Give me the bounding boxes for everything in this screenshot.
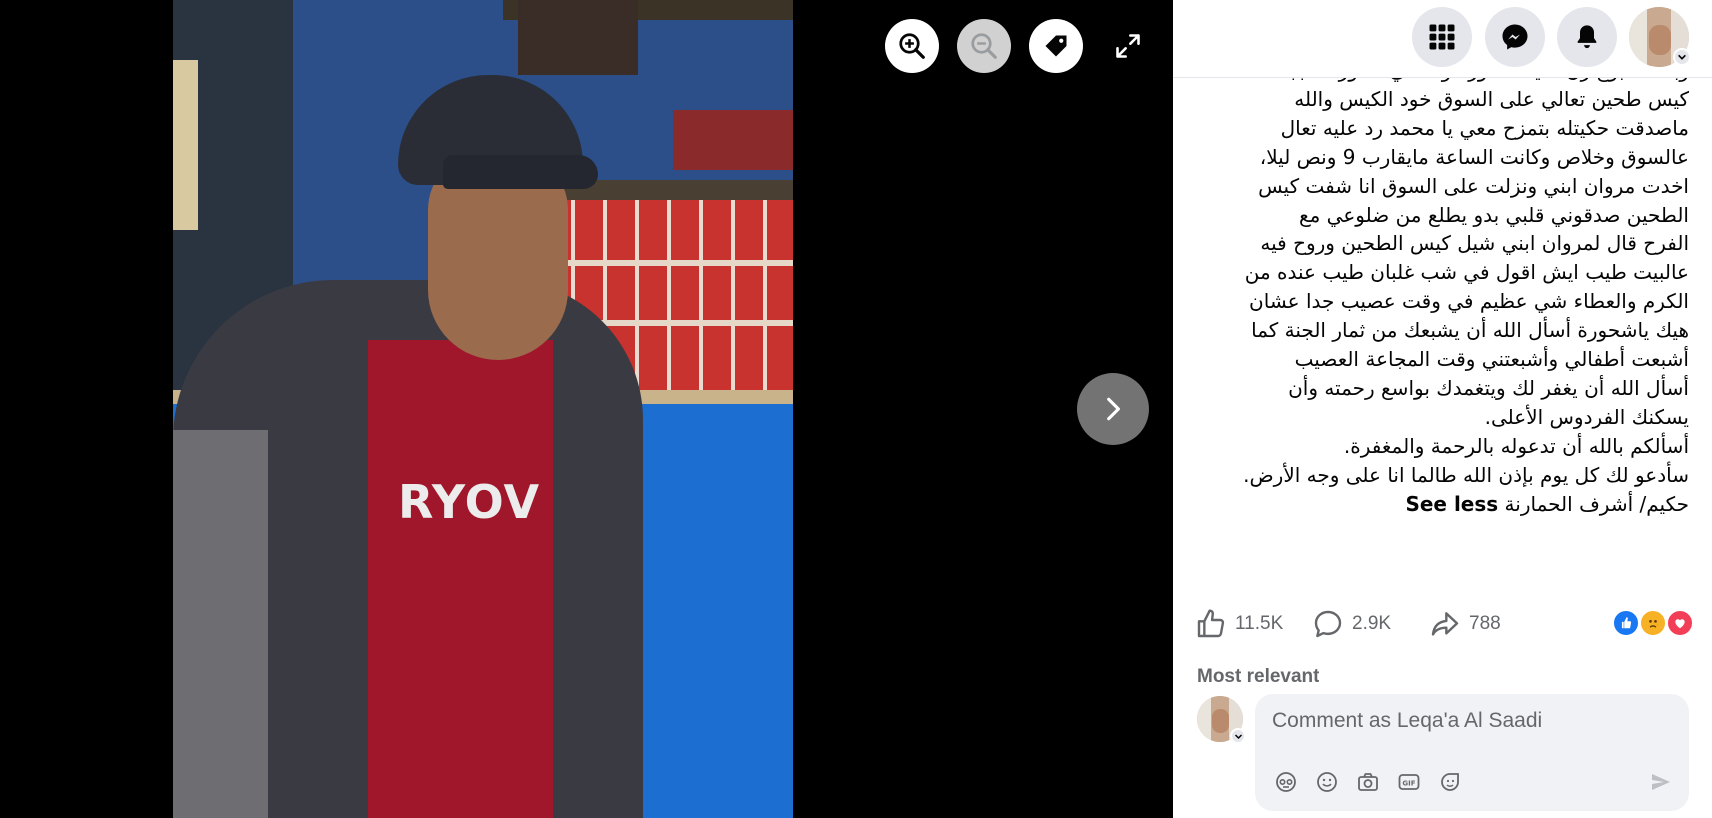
comment-box: GIF — [1255, 694, 1689, 811]
comment-button[interactable]: 2.9K — [1312, 604, 1391, 644]
sticker-button[interactable] — [1436, 768, 1464, 796]
gif-button[interactable]: GIF — [1395, 768, 1423, 796]
emoji-button[interactable] — [1313, 768, 1341, 796]
caption-last-line: حكيم/ أشرف الحمارنة See less — [1189, 490, 1689, 519]
send-icon — [1652, 774, 1670, 790]
cap-brim — [443, 155, 598, 189]
love-reaction-icon — [1666, 609, 1694, 637]
zoom-in-button[interactable] — [885, 19, 939, 73]
messenger-icon — [1502, 24, 1528, 50]
next-photo-button[interactable] — [1077, 373, 1149, 445]
sticker-icon — [1441, 773, 1459, 791]
caption-line: يسكنك الفردوس الأعلى. — [1484, 404, 1689, 429]
share-button[interactable]: 788 — [1429, 604, 1501, 644]
caption-line: أسألكم بالله أن تدعوله بالرحمة والمغفرة. — [1343, 433, 1689, 458]
caption-line: سأدعو لك كل يوم بإذن الله طالما انا على … — [1243, 462, 1689, 487]
avatar-sticker-icon — [1276, 772, 1296, 792]
account-menu-chevron[interactable] — [1673, 48, 1691, 66]
fullscreen-button[interactable] — [1110, 28, 1146, 64]
avatar-sticker-button[interactable] — [1272, 768, 1300, 796]
emoji-icon — [1317, 772, 1337, 792]
caption-line: هيك ياشحورة أسأل الله أن يشبعك من ثمار ا… — [1251, 318, 1689, 343]
top-navigation-bar — [1173, 0, 1712, 78]
share-arrow-icon — [1431, 612, 1459, 636]
commenter-menu-chevron[interactable] — [1230, 728, 1246, 744]
comment-input[interactable] — [1272, 704, 1672, 738]
red-shirt — [368, 340, 553, 818]
photo-button[interactable] — [1354, 768, 1382, 796]
menu-button[interactable] — [1412, 7, 1472, 67]
zoom-out-icon — [971, 33, 997, 59]
caption-line: أسأل الله أن يغفر لك ويتغمدك بواسع رحمته… — [1288, 375, 1689, 400]
caption-line: الكرم والعطاء شي عظيم في وقت عصيب جدا عش… — [1249, 289, 1689, 314]
chevron-right-icon — [1107, 397, 1120, 421]
caption-line: أشبعت أطفالي وأشبعتني وقت المجاعة العصيب — [1294, 347, 1689, 372]
expand-icon — [1116, 34, 1140, 58]
stall-sign — [173, 60, 198, 230]
share-count: 788 — [1469, 613, 1501, 634]
like-reaction-icon — [1612, 609, 1640, 637]
zoom-out-button[interactable] — [957, 19, 1011, 73]
chevron-down-icon — [1678, 54, 1686, 60]
shirt-print: RYOV — [398, 475, 541, 529]
reaction-summary[interactable] — [1612, 609, 1694, 637]
tag-button[interactable] — [1029, 19, 1083, 73]
caption-line: عالبيت طيب ايش اقول في شب غلبان طيب عنده… — [1244, 260, 1689, 285]
notifications-button[interactable] — [1557, 7, 1617, 67]
shelf-line — [543, 260, 793, 266]
sad-reaction-icon — [1639, 609, 1667, 637]
caption-line: الطحين صدقوني قلبي بدو يطلع من ضلوعي مع — [1298, 202, 1689, 227]
caption-line: عالسوق وخلاص وكانت الساعة مايقارب 9 ونص … — [1259, 144, 1689, 169]
avatar-face — [1212, 709, 1229, 733]
post-caption: وبعد اسبوع رن عليه شحورة وحكالي دكتور ان… — [1189, 56, 1689, 519]
like-count: 11.5K — [1235, 613, 1284, 634]
comment-count: 2.9K — [1352, 613, 1392, 634]
send-comment-button[interactable] — [1647, 768, 1675, 796]
messenger-button[interactable] — [1485, 7, 1545, 67]
signature: حكيم/ أشرف الحمارنة — [1504, 491, 1689, 516]
bell-icon — [1577, 25, 1597, 49]
svg-text:GIF: GIF — [1402, 780, 1415, 788]
see-less-link[interactable]: See less — [1405, 492, 1498, 516]
caption-line: كيس طحين تعالي على السوق خود الكيس والله — [1294, 86, 1689, 111]
jacket-sleeve — [173, 430, 268, 818]
caption-line: الفرح قال لمروان ابني شيل كيس الطحين ورو… — [1260, 231, 1689, 256]
avatar-face — [1649, 25, 1671, 55]
gif-icon: GIF — [1398, 774, 1420, 790]
caption-line: اخدت مروان ابني ونزلت على السوق انا شفت … — [1258, 173, 1689, 198]
tag-icon — [1045, 35, 1067, 57]
camera-icon — [1358, 773, 1378, 791]
comment-bubble-icon — [1314, 610, 1342, 638]
post-photo[interactable]: RYOV — [173, 0, 793, 818]
comment-composer-area: GIF — [1173, 684, 1712, 818]
chevron-down-icon — [1234, 733, 1242, 739]
caption-line: ماصدقت حكيتله بتمزح معي يا محمد رد عليه … — [1280, 115, 1689, 140]
like-button[interactable]: 11.5K — [1195, 604, 1283, 644]
zoom-in-icon — [899, 33, 925, 59]
photo-viewer: RYOV — [0, 0, 1173, 818]
post-side-panel: وبعد اسبوع رن عليه شحورة وحكالي دكتور ان… — [1173, 0, 1712, 818]
shelf-goods — [673, 110, 793, 170]
comment-sort-dropdown[interactable]: Most relevant — [1197, 662, 1319, 684]
grid-menu-icon — [1429, 24, 1455, 50]
like-thumb-icon — [1197, 609, 1225, 638]
shelf-goods — [518, 0, 638, 75]
